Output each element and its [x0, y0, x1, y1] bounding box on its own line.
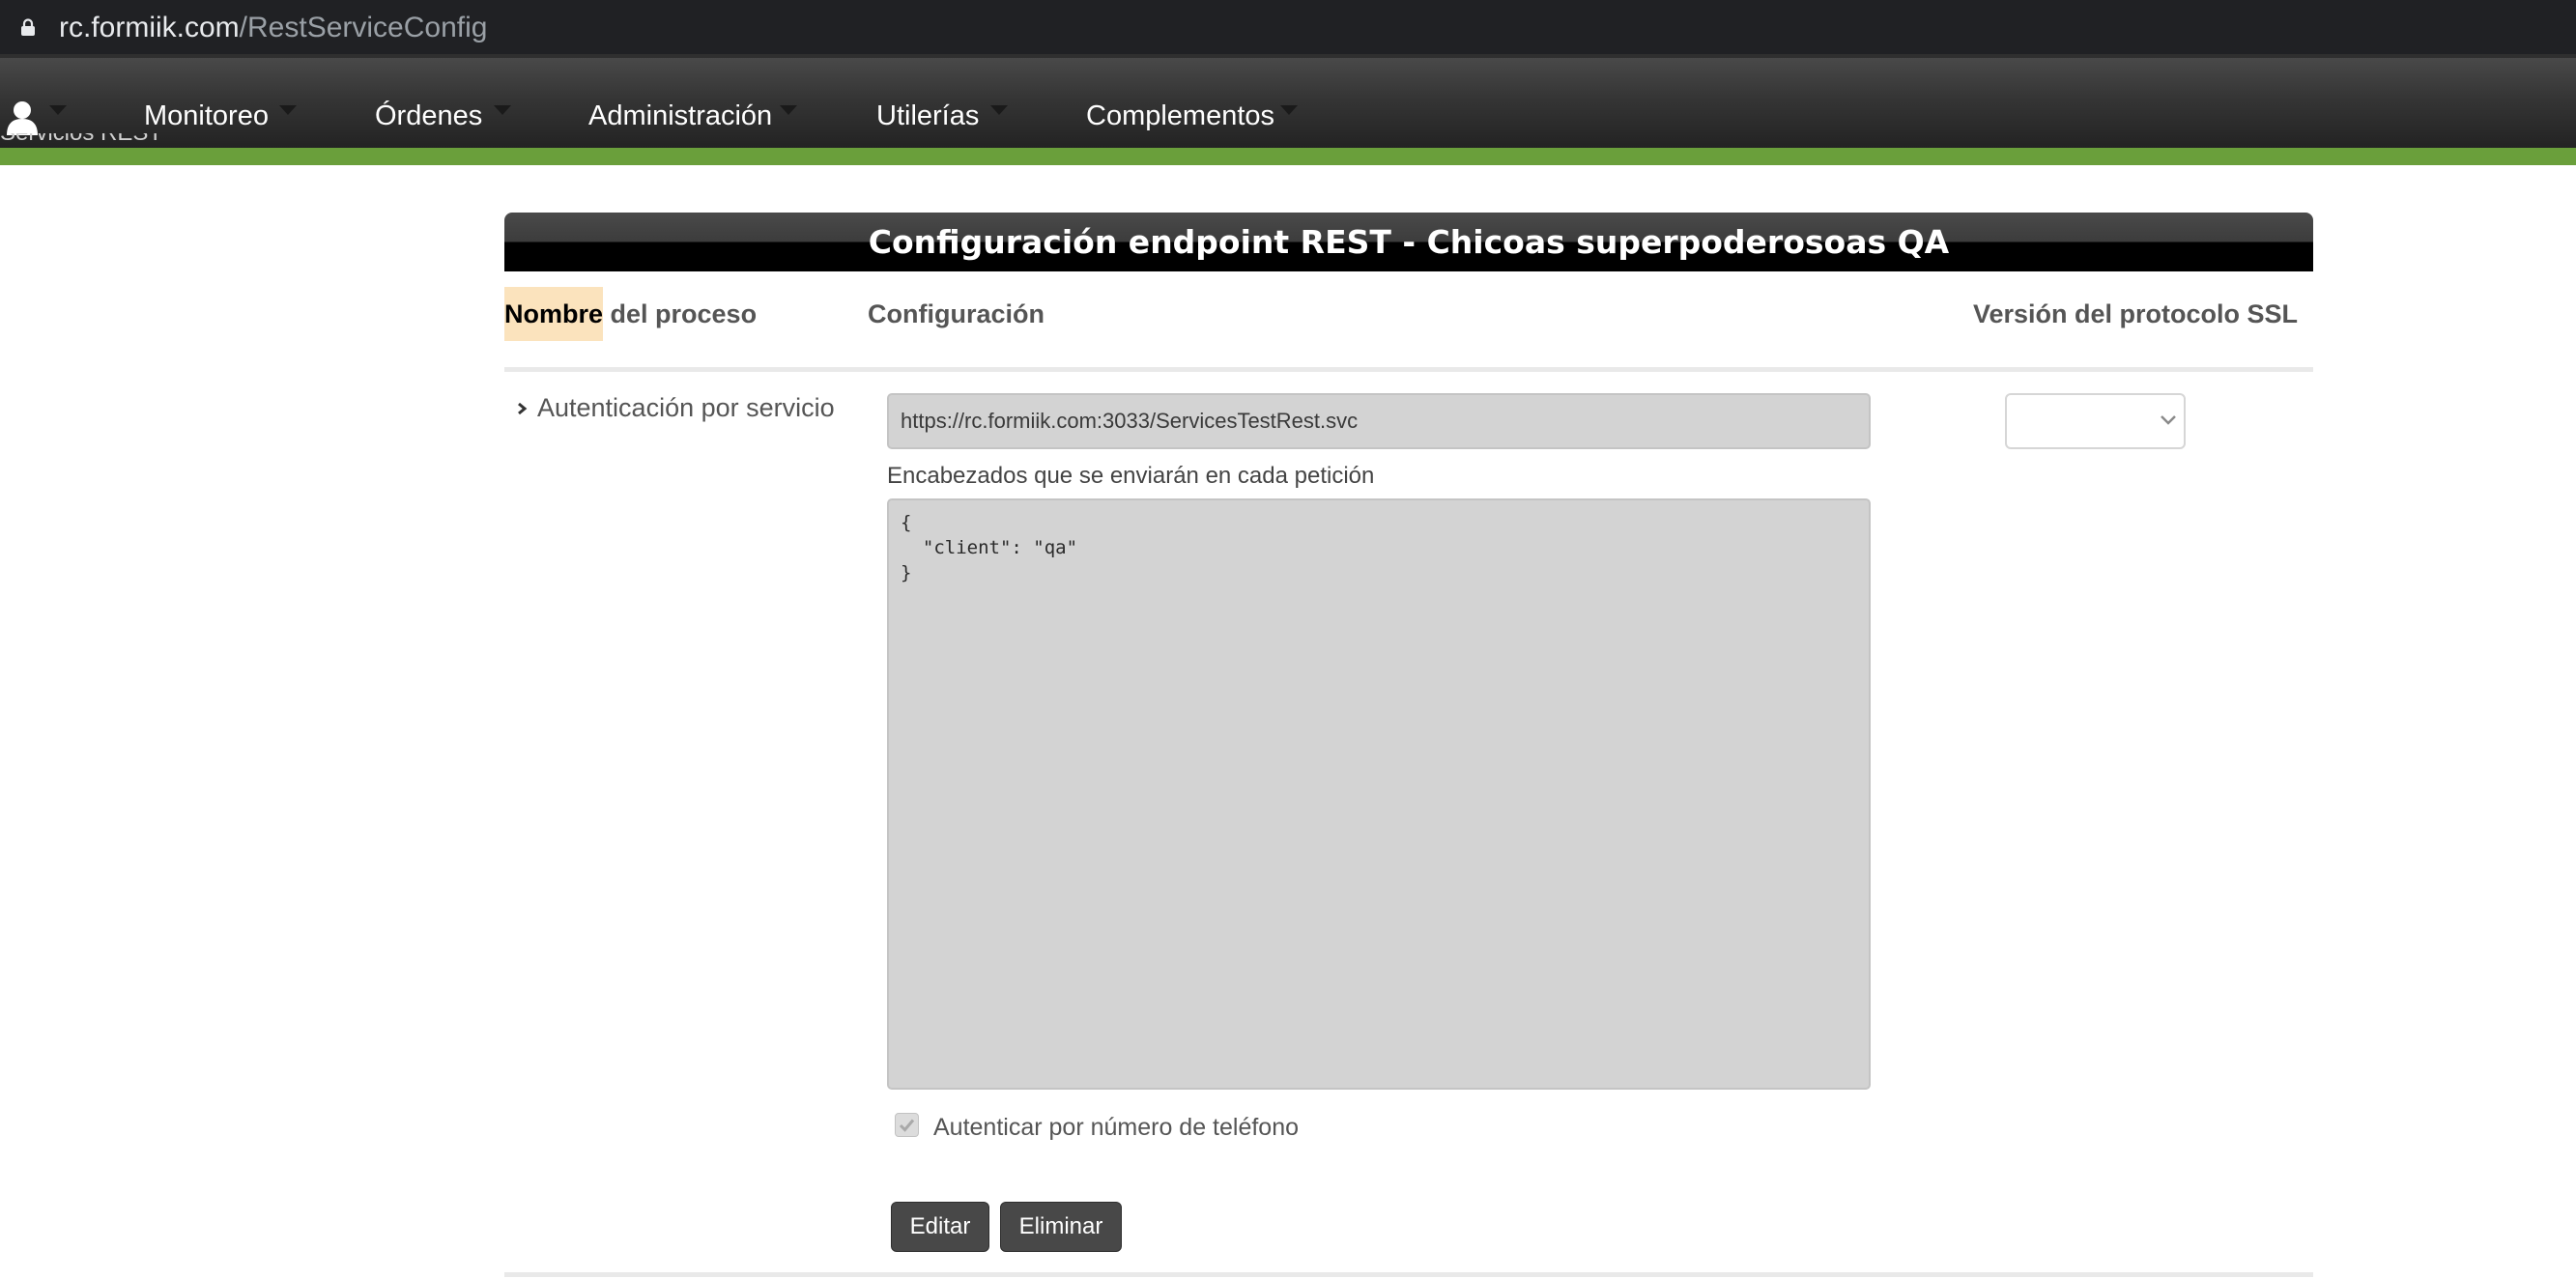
nav-monitoreo[interactable]: Monitoreo	[144, 99, 269, 132]
headers-label: Encabezados que se enviarán en cada peti…	[887, 463, 1375, 489]
user-menu-caret-icon[interactable]	[49, 105, 67, 115]
footer-divider	[504, 1272, 2313, 1277]
panel-title: Configuración endpoint REST - Chicoas su…	[504, 213, 2313, 271]
headers-textarea[interactable]: { "client": "qa" }	[887, 498, 1871, 1090]
nav-administracion[interactable]: Administración	[588, 99, 772, 132]
nav-ordenes-caret-icon[interactable]	[494, 105, 511, 115]
column-header-config: Configuración	[868, 299, 1045, 328]
nav-utilerias-caret-icon[interactable]	[990, 105, 1008, 115]
url-text[interactable]: rc.formiik.com/RestServiceConfig	[59, 12, 487, 44]
chevron-right-icon	[518, 402, 528, 415]
header-divider	[504, 367, 2313, 372]
column-header-name: Nombre del proceso	[504, 287, 758, 341]
user-icon[interactable]	[6, 99, 39, 136]
breadcrumb-text: Servicios REST	[0, 133, 162, 146]
nav-complementos[interactable]: Complementos	[1086, 99, 1274, 132]
main-navbar: Monitoreo Órdenes Administración Utilerí…	[0, 54, 2576, 148]
url-host: rc.formiik.com	[59, 12, 240, 43]
chevron-down-icon	[2161, 415, 2176, 425]
nav-ordenes[interactable]: Órdenes	[375, 99, 482, 132]
delete-button[interactable]: Eliminar	[1000, 1202, 1122, 1252]
column-header-ssl: Versión del protocolo SSL	[1972, 299, 2298, 328]
nav-administracion-caret-icon[interactable]	[780, 105, 797, 115]
name-rest: del proceso	[603, 299, 758, 328]
phone-auth-checkbox[interactable]	[895, 1113, 919, 1137]
ssl-version-select[interactable]	[2005, 393, 2186, 449]
browser-address-bar: rc.formiik.com/RestServiceConfig	[0, 0, 2576, 54]
process-name-toggle[interactable]: Autenticación por servicio	[514, 391, 835, 424]
checkmark-icon	[899, 1119, 915, 1132]
nav-monitoreo-caret-icon[interactable]	[279, 105, 297, 115]
endpoint-url-input[interactable]	[887, 393, 1871, 449]
lock-icon	[21, 18, 35, 36]
phone-auth-label: Autenticar por número de teléfono	[933, 1114, 1300, 1141]
nav-complementos-caret-icon[interactable]	[1280, 105, 1298, 115]
url-path: /RestServiceConfig	[239, 12, 488, 43]
name-highlight: Nombre	[504, 287, 604, 341]
edit-button[interactable]: Editar	[891, 1202, 989, 1252]
green-accent-bar	[0, 148, 2576, 165]
breadcrumb: Servicios REST	[0, 133, 162, 147]
process-name: Autenticación por servicio	[537, 393, 835, 422]
nav-utilerias[interactable]: Utilerías	[876, 99, 979, 132]
